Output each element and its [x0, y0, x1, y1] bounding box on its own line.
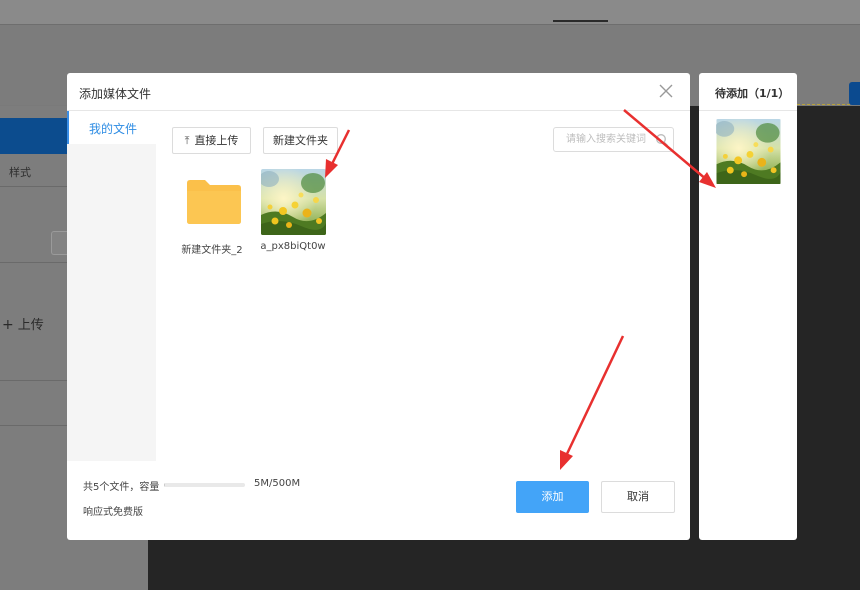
dialog-header: 添加媒体文件 — [67, 73, 690, 111]
search-box — [553, 127, 674, 152]
background-divider — [0, 262, 68, 263]
search-input[interactable] — [554, 128, 666, 151]
new-folder-label: 新建文件夹 — [273, 134, 328, 147]
direct-upload-label: 直接上传 — [194, 134, 239, 147]
storage-progress-bar — [164, 483, 245, 487]
close-icon[interactable] — [657, 82, 675, 100]
pending-header: 待添加（1/1） — [699, 73, 797, 111]
pending-panel: 待添加（1/1） — [699, 73, 797, 540]
add-button[interactable]: 添加 — [516, 481, 589, 513]
cancel-button[interactable]: 取消 — [601, 481, 675, 513]
plus-icon: + — [2, 317, 14, 333]
storage-usage: 5M/500M — [254, 478, 301, 489]
search-icon[interactable] — [655, 133, 669, 147]
dialog-title: 添加媒体文件 — [79, 87, 152, 101]
pending-image-thumbnail[interactable] — [716, 119, 781, 184]
background-active-tab-indicator — [553, 20, 608, 22]
cancel-label: 取消 — [627, 490, 649, 503]
new-folder-button[interactable]: 新建文件夹 — [263, 127, 338, 154]
sidebar-item-my-files[interactable]: 我的文件 — [67, 111, 156, 144]
folder-icon — [187, 180, 241, 224]
background-blue-bar — [0, 118, 68, 154]
background-divider — [0, 186, 68, 187]
background-divider — [0, 425, 68, 426]
image-thumbnail — [261, 169, 326, 235]
upload-icon: ⤒ — [184, 134, 190, 147]
add-media-dialog: 添加媒体文件 我的文件 ⤒ 直接上传 新建文件夹 新建文件夹_2 a_px8biQ… — [67, 73, 690, 540]
background-divider — [0, 380, 68, 381]
pending-title: 待添加（1/1） — [715, 87, 790, 100]
storage-progress-fill — [164, 483, 165, 487]
sidebar-item-label: 我的文件 — [89, 122, 138, 136]
background-top-bar — [0, 0, 860, 25]
background-upload-button: + 上传 — [2, 314, 44, 333]
background-style-label: 样式 — [9, 166, 31, 179]
file-name: 新建文件夹_2 — [181, 245, 243, 256]
edition-label: 响应式免费版 — [83, 507, 143, 518]
background-upload-label: 上传 — [17, 318, 44, 333]
background-right-button — [849, 82, 860, 105]
dialog-sidebar: 我的文件 — [67, 111, 156, 461]
direct-upload-button[interactable]: ⤒ 直接上传 — [172, 127, 251, 154]
file-name: a_px8biQt0w — [260, 241, 326, 252]
file-count-label: 共5个文件，容量 — [83, 482, 160, 493]
